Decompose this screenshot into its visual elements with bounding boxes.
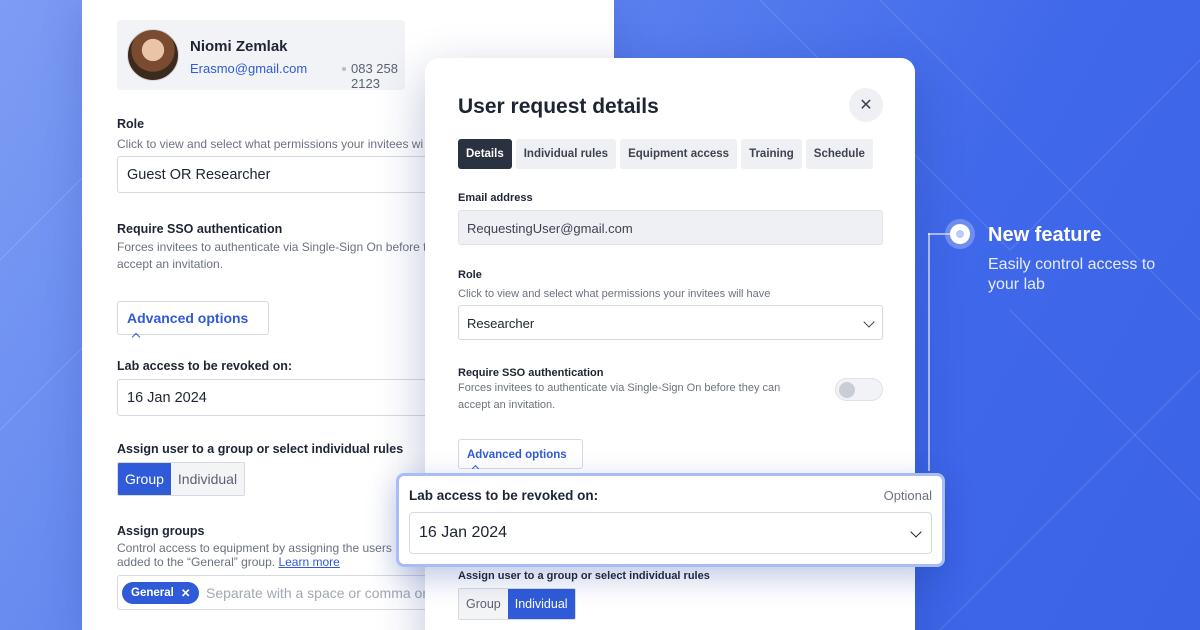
individual-option[interactable]: Individual (170, 463, 245, 495)
advanced-options-button[interactable]: Advanced options (117, 301, 269, 342)
sso-toggle[interactable] (835, 378, 883, 401)
tab-equipment-access[interactable]: Equipment access (620, 139, 738, 169)
modal-sso-label: Require SSO authentication (458, 367, 604, 379)
modal-role-value: Researcher (467, 316, 535, 331)
modal-assign-label: Assign user to a group or select individ… (458, 570, 710, 582)
chevron-up-icon (471, 464, 480, 473)
tab-bar: Details Individual rules Equipment acces… (458, 139, 873, 169)
role-label: Role (117, 117, 145, 131)
tab-details[interactable]: Details (458, 139, 512, 169)
callout-connector-horizontal (928, 233, 952, 235)
callout-dot (950, 224, 970, 244)
modal-role-help: Click to view and select what permission… (458, 288, 771, 300)
group-option[interactable]: Group (118, 463, 171, 495)
email-field[interactable]: RequestingUser@gmail.com (458, 210, 883, 245)
modal-sso-help-2: accept an invitation. (458, 399, 556, 411)
assign-label: Assign user to a group or select individ… (117, 442, 404, 456)
separator-dot (342, 67, 346, 71)
user-card: Niomi Zemlak Erasmo@gmail.com 083 258 21… (117, 20, 405, 91)
highlight-date-value: 16 Jan 2024 (419, 524, 508, 541)
feature-title: New feature (988, 224, 1102, 246)
user-phone: 083 258 2123 (351, 61, 398, 91)
assign-toggle: Group Individual (117, 462, 246, 496)
email-label: Email address (458, 192, 533, 204)
tab-schedule[interactable]: Schedule (805, 139, 873, 169)
modal-assign-toggle: Group Individual (458, 588, 576, 620)
groups-tag-input[interactable]: General ✕ Separate with a space or comma … (117, 575, 477, 610)
role-help: Click to view and select what permission… (117, 137, 424, 151)
modal-sso-help: Forces invitees to authenticate via Sing… (458, 382, 781, 394)
callout-connector (928, 233, 930, 471)
sso-label: Require SSO authentication (117, 222, 283, 236)
modal-role-label: Role (458, 269, 482, 281)
feature-subtitle: Easily control access to your lab (988, 256, 1156, 293)
optional-badge: Optional (883, 488, 932, 503)
role-select[interactable]: Guest OR Researcher (117, 156, 477, 193)
close-button[interactable]: ✕ (849, 88, 883, 122)
learn-more-link[interactable]: Learn more (278, 555, 339, 569)
user-name: Niomi Zemlak (190, 38, 288, 55)
assign-groups-help-text: added to the “General” group. (117, 555, 276, 569)
modal-individual-option[interactable]: Individual (507, 589, 575, 619)
chevron-up-icon (131, 332, 141, 342)
sso-help: Forces invitees to authenticate via Sing… (117, 240, 427, 271)
toggle-knob (839, 382, 855, 398)
tab-training[interactable]: Training (741, 139, 802, 169)
highlight-date-select[interactable]: 16 Jan 2024 (409, 512, 932, 554)
chevron-down-icon (910, 526, 922, 538)
modal-title: User request details (458, 95, 659, 118)
assign-groups-label: Assign groups (117, 524, 205, 538)
modal-group-option[interactable]: Group (459, 589, 508, 619)
user-email-link[interactable]: Erasmo@gmail.com (190, 61, 307, 76)
modal-role-select[interactable]: Researcher (458, 305, 883, 340)
chevron-down-icon (863, 316, 875, 328)
advanced-options-label: Advanced options (127, 310, 249, 326)
chip-remove-icon[interactable]: ✕ (181, 586, 191, 600)
group-chip-label: General (131, 587, 174, 599)
highlight-label: Lab access to be revoked on: (409, 488, 599, 503)
revoke-date-highlight: Lab access to be revoked on: Optional 16… (396, 473, 945, 567)
modal-advanced-options-button[interactable]: Advanced options (458, 439, 583, 473)
group-chip: General ✕ (122, 582, 200, 604)
close-icon: ✕ (859, 97, 873, 114)
groups-placeholder: Separate with a space or comma or (206, 585, 427, 601)
revoke-date-input[interactable]: 16 Jan 2024 (117, 379, 477, 416)
tab-individual-rules[interactable]: Individual rules (515, 139, 617, 169)
avatar (127, 29, 179, 81)
modal-advanced-options-label: Advanced options (467, 449, 567, 461)
revoke-label: Lab access to be revoked on: (117, 359, 293, 373)
